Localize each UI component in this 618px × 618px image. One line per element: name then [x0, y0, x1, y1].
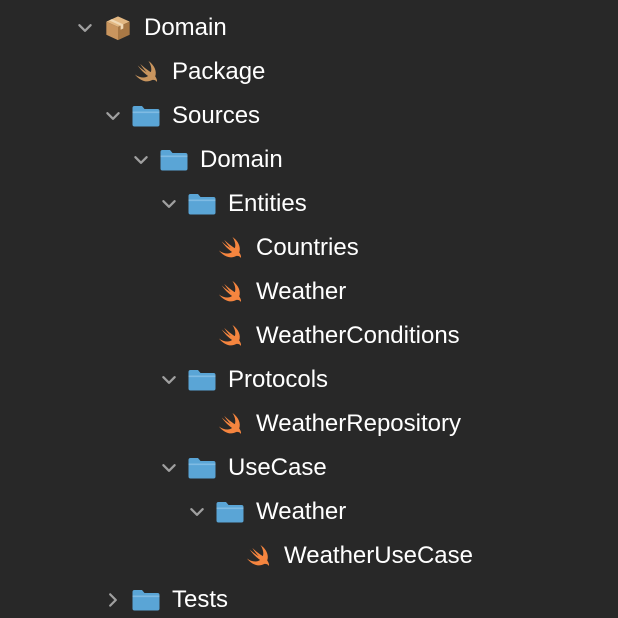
chevron-down-icon[interactable]: [102, 105, 124, 127]
tree-item-label: Sources: [172, 102, 261, 129]
tree-item-label: WeatherRepository: [256, 410, 461, 437]
chevron-down-icon[interactable]: [158, 193, 180, 215]
tree-row-weather-usecase[interactable]: WeatherUseCase: [0, 534, 618, 578]
tree-item-label: Weather: [256, 278, 347, 305]
tree-row-domain-folder[interactable]: Domain: [0, 138, 618, 182]
swift-icon: [215, 233, 245, 263]
folder-icon: [159, 145, 189, 175]
tree-item-label: Tests: [172, 586, 229, 613]
folder-icon: [215, 497, 245, 527]
tree-row-weather-repository[interactable]: WeatherRepository: [0, 402, 618, 446]
tree-item-label: Domain: [200, 146, 283, 173]
chevron-right-icon[interactable]: [102, 589, 124, 611]
tree-item-label: Entities: [228, 190, 307, 217]
folder-icon: [187, 365, 217, 395]
chevron-down-icon[interactable]: [74, 17, 96, 39]
tree-row-usecase[interactable]: UseCase: [0, 446, 618, 490]
tree-row-tests[interactable]: Tests: [0, 578, 618, 618]
tree-item-label: Weather: [256, 498, 347, 525]
tree-row-weather-folder[interactable]: Weather: [0, 490, 618, 534]
chevron-down-icon[interactable]: [158, 369, 180, 391]
tree-row-package-manifest[interactable]: Package: [0, 50, 618, 94]
package-icon: [103, 13, 133, 43]
chevron-down-icon[interactable]: [130, 149, 152, 171]
tree-item-label: Domain: [144, 14, 227, 41]
folder-icon: [131, 585, 161, 615]
swift-icon: [215, 321, 245, 351]
project-navigator: Domain Package Sources Domain Entities C…: [0, 0, 618, 618]
swift-icon: [215, 277, 245, 307]
tree-row-countries[interactable]: Countries: [0, 226, 618, 270]
tree-item-label: WeatherUseCase: [284, 542, 473, 569]
tree-row-entities[interactable]: Entities: [0, 182, 618, 226]
tree-row-protocols[interactable]: Protocols: [0, 358, 618, 402]
folder-icon: [187, 453, 217, 483]
tree-row-weather-file[interactable]: Weather: [0, 270, 618, 314]
tree-item-label: Countries: [256, 234, 359, 261]
swift-icon: [215, 409, 245, 439]
swift-icon: [243, 541, 273, 571]
folder-icon: [187, 189, 217, 219]
tree-item-label: Protocols: [228, 366, 329, 393]
tree-item-label: WeatherConditions: [256, 322, 460, 349]
swift-icon: [131, 57, 161, 87]
chevron-down-icon[interactable]: [186, 501, 208, 523]
folder-icon: [131, 101, 161, 131]
tree-item-label: Package: [172, 58, 266, 85]
tree-row-domain-package[interactable]: Domain: [0, 6, 618, 50]
tree-row-sources[interactable]: Sources: [0, 94, 618, 138]
tree-item-label: UseCase: [228, 454, 327, 481]
chevron-down-icon[interactable]: [158, 457, 180, 479]
tree-row-weather-conditions[interactable]: WeatherConditions: [0, 314, 618, 358]
